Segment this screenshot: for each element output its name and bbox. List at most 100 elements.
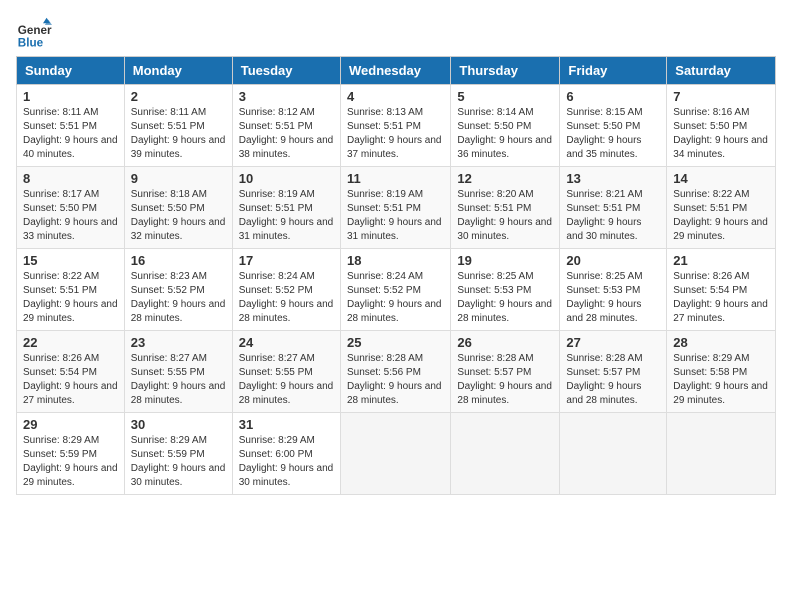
day-cell-24: 24Sunrise: 8:27 AMSunset: 5:55 PMDayligh… bbox=[232, 331, 340, 413]
header: General Blue bbox=[16, 16, 776, 52]
day-info: Sunrise: 8:29 AMSunset: 5:58 PMDaylight:… bbox=[673, 352, 769, 408]
day-cell-31: 31Sunrise: 8:29 AMSunset: 6:00 PMDayligh… bbox=[232, 413, 340, 495]
day-number: 16 bbox=[131, 253, 226, 268]
day-number: 19 bbox=[457, 253, 553, 268]
day-number: 23 bbox=[131, 335, 226, 350]
column-header-sunday: Sunday bbox=[17, 57, 125, 85]
column-header-wednesday: Wednesday bbox=[340, 57, 450, 85]
day-cell-9: 9 Sunrise: 8:18 AMSunset: 5:50 PMDaylight… bbox=[124, 167, 232, 249]
day-cell-16: 16 Sunrise: 8:23 AMSunset: 5:52 PMDayligh… bbox=[124, 249, 232, 331]
day-number: 13 bbox=[566, 171, 660, 186]
day-number: 6 bbox=[566, 89, 660, 104]
day-number: 3 bbox=[239, 89, 334, 104]
logo-icon: General Blue bbox=[16, 16, 52, 52]
day-info: Sunrise: 8:17 AMSunset: 5:50 PMDaylight:… bbox=[23, 188, 118, 244]
day-number: 29 bbox=[23, 417, 118, 432]
day-number: 1 bbox=[23, 89, 118, 104]
svg-text:Blue: Blue bbox=[18, 37, 44, 50]
day-cell-12: 12 Sunrise: 8:20 AMSunset: 5:51 PMDayligh… bbox=[451, 167, 560, 249]
day-cell-14: 14Sunrise: 8:22 AMSunset: 5:51 PMDayligh… bbox=[667, 167, 776, 249]
day-info: Sunrise: 8:19 AMSunset: 5:51 PMDaylight:… bbox=[239, 188, 334, 244]
day-cell-20: 20Sunrise: 8:25 AMSunset: 5:53 PMDayligh… bbox=[560, 249, 667, 331]
day-number: 15 bbox=[23, 253, 118, 268]
day-info: Sunrise: 8:28 AMSunset: 5:56 PMDaylight:… bbox=[347, 352, 444, 408]
day-cell-17: 17 Sunrise: 8:24 AMSunset: 5:52 PMDayligh… bbox=[232, 249, 340, 331]
column-header-thursday: Thursday bbox=[451, 57, 560, 85]
day-cell-8: 8 Sunrise: 8:17 AMSunset: 5:50 PMDaylight… bbox=[17, 167, 125, 249]
day-number: 22 bbox=[23, 335, 118, 350]
day-info: Sunrise: 8:29 AMSunset: 5:59 PMDaylight:… bbox=[23, 434, 118, 490]
day-number: 11 bbox=[347, 171, 444, 186]
day-number: 21 bbox=[673, 253, 769, 268]
day-number: 12 bbox=[457, 171, 553, 186]
day-info: Sunrise: 8:23 AMSunset: 5:52 PMDaylight:… bbox=[131, 270, 226, 326]
day-info: Sunrise: 8:20 AMSunset: 5:51 PMDaylight:… bbox=[457, 188, 553, 244]
week-row-3: 15 Sunrise: 8:22 AMSunset: 5:51 PMDayligh… bbox=[17, 249, 776, 331]
day-info: Sunrise: 8:21 AMSunset: 5:51 PMDaylight:… bbox=[566, 188, 660, 244]
day-cell-13: 13 Sunrise: 8:21 AMSunset: 5:51 PMDayligh… bbox=[560, 167, 667, 249]
day-info: Sunrise: 8:19 AMSunset: 5:51 PMDaylight:… bbox=[347, 188, 444, 244]
day-cell-28: 28 Sunrise: 8:29 AMSunset: 5:58 PMDayligh… bbox=[667, 331, 776, 413]
day-number: 4 bbox=[347, 89, 444, 104]
week-row-1: 1 Sunrise: 8:11 AMSunset: 5:51 PMDaylight… bbox=[17, 85, 776, 167]
day-number: 14 bbox=[673, 171, 769, 186]
day-info: Sunrise: 8:27 AMSunset: 5:55 PMDaylight:… bbox=[239, 352, 334, 408]
day-number: 26 bbox=[457, 335, 553, 350]
day-cell-10: 10 Sunrise: 8:19 AMSunset: 5:51 PMDayligh… bbox=[232, 167, 340, 249]
day-info: Sunrise: 8:11 AMSunset: 5:51 PMDaylight:… bbox=[23, 106, 118, 162]
day-info: Sunrise: 8:18 AMSunset: 5:50 PMDaylight:… bbox=[131, 188, 226, 244]
day-number: 9 bbox=[131, 171, 226, 186]
day-info: Sunrise: 8:24 AMSunset: 5:52 PMDaylight:… bbox=[239, 270, 334, 326]
day-info: Sunrise: 8:29 AMSunset: 5:59 PMDaylight:… bbox=[131, 434, 226, 490]
calendar-table: SundayMondayTuesdayWednesdayThursdayFrid… bbox=[16, 56, 776, 495]
day-cell-27: 27 Sunrise: 8:28 AMSunset: 5:57 PMDayligh… bbox=[560, 331, 667, 413]
day-info: Sunrise: 8:26 AMSunset: 5:54 PMDaylight:… bbox=[673, 270, 769, 326]
empty-cell bbox=[451, 413, 560, 495]
day-info: Sunrise: 8:14 AMSunset: 5:50 PMDaylight:… bbox=[457, 106, 553, 162]
logo: General Blue bbox=[16, 16, 54, 52]
day-cell-2: 2Sunrise: 8:11 AMSunset: 5:51 PMDaylight… bbox=[124, 85, 232, 167]
day-cell-21: 21 Sunrise: 8:26 AMSunset: 5:54 PMDayligh… bbox=[667, 249, 776, 331]
week-row-4: 22Sunrise: 8:26 AMSunset: 5:54 PMDayligh… bbox=[17, 331, 776, 413]
day-info: Sunrise: 8:11 AMSunset: 5:51 PMDaylight:… bbox=[131, 106, 226, 162]
day-cell-30: 30Sunrise: 8:29 AMSunset: 5:59 PMDayligh… bbox=[124, 413, 232, 495]
day-info: Sunrise: 8:27 AMSunset: 5:55 PMDaylight:… bbox=[131, 352, 226, 408]
day-number: 28 bbox=[673, 335, 769, 350]
day-number: 5 bbox=[457, 89, 553, 104]
day-cell-5: 5 Sunrise: 8:14 AMSunset: 5:50 PMDaylight… bbox=[451, 85, 560, 167]
day-info: Sunrise: 8:12 AMSunset: 5:51 PMDaylight:… bbox=[239, 106, 334, 162]
week-row-2: 8 Sunrise: 8:17 AMSunset: 5:50 PMDaylight… bbox=[17, 167, 776, 249]
column-header-friday: Friday bbox=[560, 57, 667, 85]
day-info: Sunrise: 8:28 AMSunset: 5:57 PMDaylight:… bbox=[566, 352, 660, 408]
week-row-5: 29 Sunrise: 8:29 AMSunset: 5:59 PMDayligh… bbox=[17, 413, 776, 495]
day-cell-4: 4 Sunrise: 8:13 AMSunset: 5:51 PMDaylight… bbox=[340, 85, 450, 167]
day-number: 7 bbox=[673, 89, 769, 104]
day-cell-25: 25 Sunrise: 8:28 AMSunset: 5:56 PMDayligh… bbox=[340, 331, 450, 413]
day-cell-26: 26 Sunrise: 8:28 AMSunset: 5:57 PMDayligh… bbox=[451, 331, 560, 413]
day-info: Sunrise: 8:13 AMSunset: 5:51 PMDaylight:… bbox=[347, 106, 444, 162]
day-info: Sunrise: 8:24 AMSunset: 5:52 PMDaylight:… bbox=[347, 270, 444, 326]
empty-cell bbox=[667, 413, 776, 495]
svg-text:General: General bbox=[18, 24, 52, 37]
day-info: Sunrise: 8:22 AMSunset: 5:51 PMDaylight:… bbox=[23, 270, 118, 326]
day-number: 25 bbox=[347, 335, 444, 350]
day-number: 27 bbox=[566, 335, 660, 350]
day-cell-23: 23 Sunrise: 8:27 AMSunset: 5:55 PMDayligh… bbox=[124, 331, 232, 413]
day-info: Sunrise: 8:25 AMSunset: 5:53 PMDaylight:… bbox=[566, 270, 660, 326]
day-info: Sunrise: 8:28 AMSunset: 5:57 PMDaylight:… bbox=[457, 352, 553, 408]
day-info: Sunrise: 8:29 AMSunset: 6:00 PMDaylight:… bbox=[239, 434, 334, 490]
column-header-tuesday: Tuesday bbox=[232, 57, 340, 85]
day-number: 10 bbox=[239, 171, 334, 186]
day-cell-3: 3 Sunrise: 8:12 AMSunset: 5:51 PMDaylight… bbox=[232, 85, 340, 167]
day-cell-11: 11 Sunrise: 8:19 AMSunset: 5:51 PMDayligh… bbox=[340, 167, 450, 249]
column-header-monday: Monday bbox=[124, 57, 232, 85]
empty-cell bbox=[560, 413, 667, 495]
day-cell-19: 19Sunrise: 8:25 AMSunset: 5:53 PMDayligh… bbox=[451, 249, 560, 331]
day-cell-7: 7Sunrise: 8:16 AMSunset: 5:50 PMDaylight… bbox=[667, 85, 776, 167]
day-cell-15: 15 Sunrise: 8:22 AMSunset: 5:51 PMDayligh… bbox=[17, 249, 125, 331]
day-cell-6: 6Sunrise: 8:15 AMSunset: 5:50 PMDaylight… bbox=[560, 85, 667, 167]
day-cell-1: 1 Sunrise: 8:11 AMSunset: 5:51 PMDaylight… bbox=[17, 85, 125, 167]
day-number: 17 bbox=[239, 253, 334, 268]
calendar-header-row: SundayMondayTuesdayWednesdayThursdayFrid… bbox=[17, 57, 776, 85]
day-number: 8 bbox=[23, 171, 118, 186]
